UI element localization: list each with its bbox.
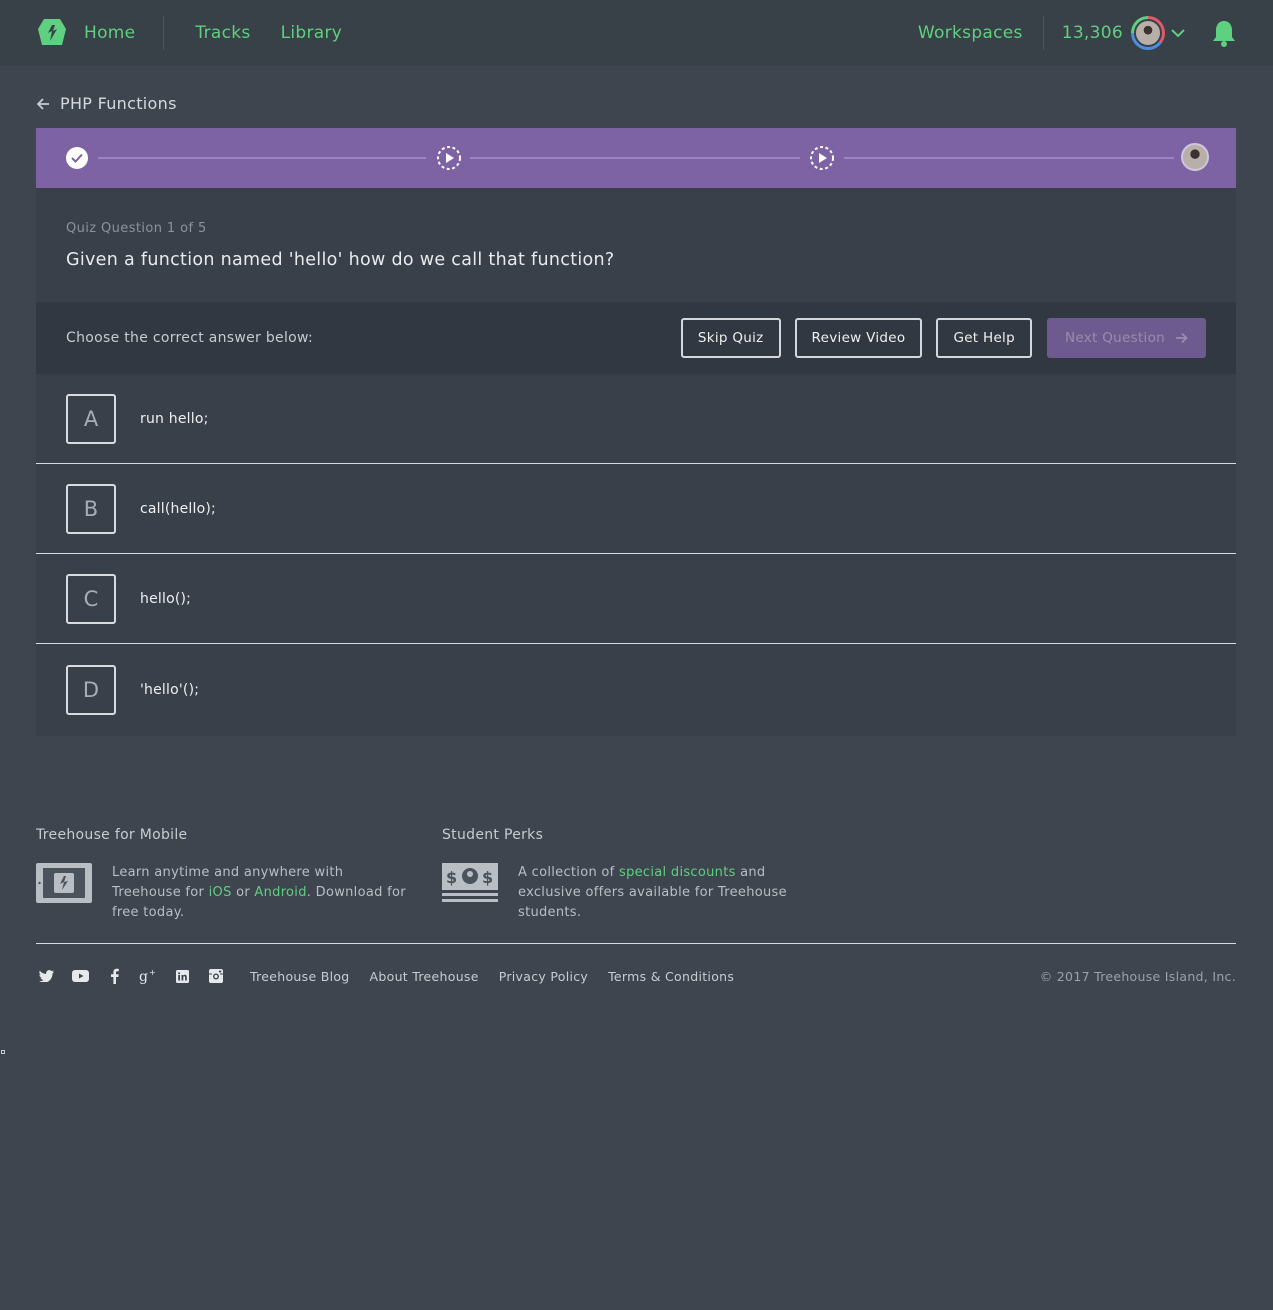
- answer-text: 'hello'();: [140, 682, 200, 698]
- question-text: Given a function named 'hello' how do we…: [66, 250, 615, 270]
- nav-divider: [163, 16, 165, 50]
- step-completed-check-icon[interactable]: [64, 145, 90, 171]
- facebook-icon[interactable]: [104, 966, 124, 986]
- svg-text:+: +: [149, 968, 156, 977]
- copyright: © 2017 Treehouse Island, Inc.: [1039, 968, 1236, 984]
- nav-library-link[interactable]: Library: [281, 23, 343, 43]
- footer-mobile-text: Learn anytime and anywhere with Treehous…: [112, 863, 416, 923]
- answer-letter: C: [66, 573, 116, 624]
- footer-perks-title: Student Perks: [442, 827, 544, 843]
- treehouse-logo-icon[interactable]: [36, 17, 68, 49]
- answer-option-a[interactable]: A run hello;: [36, 374, 1236, 464]
- answer-option-d[interactable]: D 'hello'();: [36, 644, 1236, 736]
- nav-workspaces-link[interactable]: Workspaces: [918, 23, 1023, 43]
- skip-quiz-button[interactable]: Skip Quiz: [680, 318, 781, 358]
- money-icon: $ $: [442, 863, 498, 903]
- nav-divider: [1042, 16, 1044, 50]
- ios-link[interactable]: iOS: [209, 885, 232, 900]
- instagram-icon[interactable]: [206, 966, 226, 986]
- twitter-icon[interactable]: [36, 966, 56, 986]
- answer-text: hello();: [140, 590, 192, 607]
- answer-letter: D: [66, 665, 116, 715]
- step-instructor-avatar[interactable]: [1181, 143, 1209, 171]
- get-help-button[interactable]: Get Help: [936, 318, 1032, 358]
- review-video-button[interactable]: Review Video: [794, 318, 923, 358]
- footer-links: Treehouse Blog About Treehouse Privacy P…: [250, 969, 734, 984]
- terms-conditions-link[interactable]: Terms & Conditions: [608, 969, 734, 984]
- step-video-play-icon[interactable]: [809, 145, 835, 171]
- tablet-icon: [36, 863, 92, 903]
- footer-bottom-bar: g + Treehouse Blog About Treehouse Privac…: [36, 964, 1236, 988]
- chevron-down-icon[interactable]: [1171, 25, 1187, 41]
- footer-mobile-section: Treehouse for Mobile Learn anytime and a…: [36, 827, 416, 923]
- user-avatar[interactable]: [1131, 16, 1165, 50]
- android-link[interactable]: Android: [254, 885, 306, 900]
- step-video-play-icon[interactable]: [436, 145, 462, 171]
- answer-letter: B: [66, 483, 116, 534]
- progress-line: [470, 157, 800, 159]
- next-question-button[interactable]: Next Question: [1046, 318, 1206, 358]
- next-question-label: Next Question: [1064, 330, 1165, 346]
- breadcrumb-title: PHP Functions: [60, 94, 177, 113]
- progress-line: [844, 157, 1174, 159]
- nav-tracks-link[interactable]: Tracks: [195, 23, 250, 43]
- youtube-icon[interactable]: [70, 966, 90, 986]
- svg-text:g: g: [139, 969, 148, 984]
- footer-mobile-or: or: [231, 885, 255, 900]
- footer-perks-text-a: A collection of: [518, 865, 619, 880]
- arrow-right-icon: [1176, 332, 1188, 344]
- top-navigation: Home Tracks Library Workspaces 13,306: [0, 0, 1273, 66]
- answer-text: run hello;: [140, 410, 209, 427]
- special-discounts-link[interactable]: special discounts: [619, 865, 736, 880]
- course-progress-bar: [36, 128, 1236, 188]
- about-treehouse-link[interactable]: About Treehouse: [370, 969, 479, 984]
- svg-text:$: $: [482, 868, 493, 887]
- linkedin-icon[interactable]: [172, 966, 192, 986]
- svg-text:$: $: [446, 868, 457, 887]
- question-counter: Quiz Question 1 of 5: [66, 221, 207, 236]
- social-links: g +: [36, 966, 226, 986]
- answer-option-c[interactable]: C hello();: [36, 554, 1236, 644]
- nav-right-group: Workspaces 13,306: [918, 16, 1237, 50]
- progress-line: [98, 157, 426, 159]
- breadcrumb[interactable]: PHP Functions: [36, 94, 177, 113]
- answer-list: A run hello; B call(hello); C hello(); D…: [36, 374, 1236, 736]
- stray-marker: [1, 1050, 5, 1054]
- avatar-image: [1134, 19, 1162, 47]
- points-count: 13,306: [1061, 23, 1123, 43]
- quiz-question-panel: Quiz Question 1 of 5 Given a function na…: [36, 188, 1236, 302]
- answer-option-b[interactable]: B call(hello);: [36, 464, 1236, 554]
- footer-divider: [36, 943, 1236, 944]
- back-arrow-icon: [36, 97, 50, 111]
- answer-instruction: Choose the correct answer below:: [66, 330, 314, 346]
- answer-text: call(hello);: [140, 500, 216, 517]
- footer-perks-text: A collection of special discounts and ex…: [518, 863, 792, 923]
- quiz-action-bar: Choose the correct answer below: Skip Qu…: [36, 302, 1236, 374]
- footer-perks-section: Student Perks $ $ A collection of specia…: [442, 827, 792, 923]
- footer-mobile-title: Treehouse for Mobile: [36, 827, 188, 843]
- bell-icon[interactable]: [1211, 19, 1237, 47]
- treehouse-blog-link[interactable]: Treehouse Blog: [250, 969, 350, 984]
- nav-home-link[interactable]: Home: [84, 23, 135, 43]
- answer-letter: A: [66, 393, 116, 444]
- google-plus-icon[interactable]: g +: [138, 966, 158, 986]
- privacy-policy-link[interactable]: Privacy Policy: [499, 969, 588, 984]
